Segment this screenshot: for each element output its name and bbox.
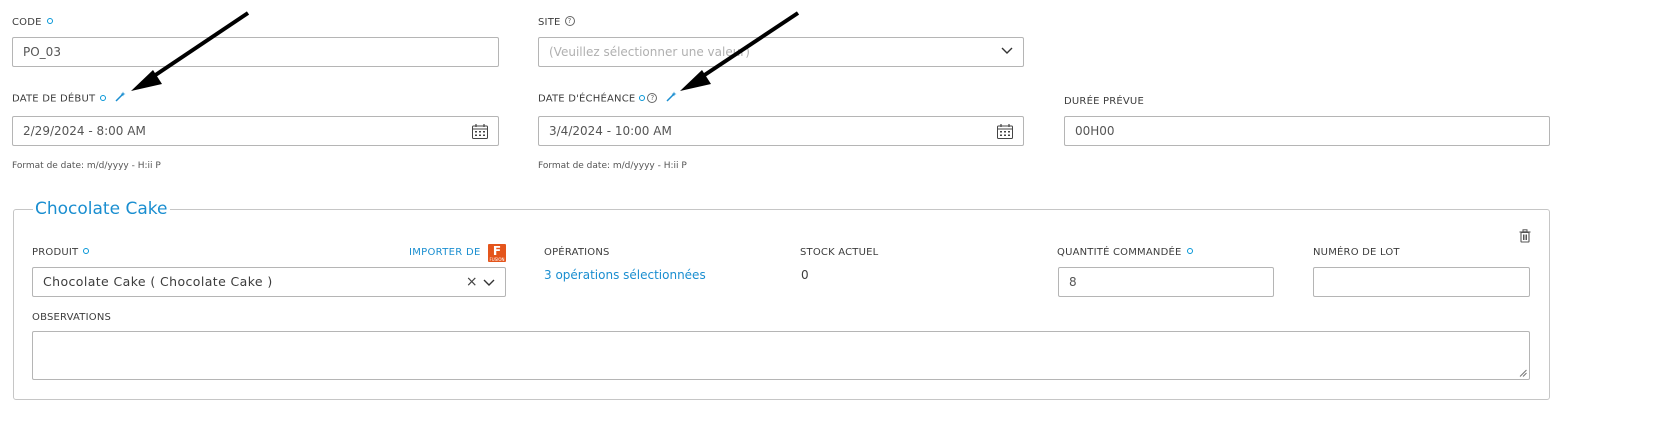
quantity-value: 8 — [1069, 275, 1077, 289]
due-date-format-hint: Format de date: m/d/yyyy - H:ii P — [538, 161, 687, 171]
calendar-icon[interactable] — [472, 124, 488, 139]
import-from-button[interactable]: IMPORTER DE — [409, 247, 481, 258]
observations-label: OBSERVATIONS — [32, 312, 112, 323]
lot-number-label: NUMÉRO DE LOT — [1313, 247, 1400, 258]
calendar-icon[interactable] — [997, 124, 1013, 139]
chevron-down-icon[interactable] — [483, 279, 495, 287]
lot-number-input[interactable] — [1313, 267, 1530, 297]
product-label-text: PRODUIT — [32, 247, 79, 258]
operations-link[interactable]: 3 opérations sélectionnées — [544, 268, 706, 282]
product-label: PRODUIT — [32, 247, 90, 258]
product-group-title: Chocolate Cake — [33, 199, 171, 219]
stock-label: STOCK ACTUEL — [800, 247, 879, 258]
stock-value: 0 — [801, 268, 809, 282]
annotation-arrow-icon — [131, 11, 800, 91]
resize-handle-icon[interactable] — [1519, 369, 1527, 377]
quantity-input[interactable]: 8 — [1058, 267, 1274, 297]
product-select-value: Chocolate Cake ( Chocolate Cake ) — [43, 274, 273, 289]
operations-label: OPÉRATIONS — [544, 247, 610, 258]
trash-icon[interactable] — [1519, 229, 1531, 243]
start-date-input[interactable]: 2/29/2024 - 8:00 AM — [12, 116, 499, 146]
quantity-label: QUANTITÉ COMMANDÉE — [1057, 247, 1193, 258]
start-date-format-hint: Format de date: m/d/yyyy - H:ii P — [12, 161, 161, 171]
start-date-value: 2/29/2024 - 8:00 AM — [23, 124, 146, 138]
fusion-logo-icon[interactable]: F FUSION — [488, 244, 506, 262]
fusion-logo-subtext: FUSION — [489, 257, 505, 262]
required-dot-icon — [83, 248, 90, 254]
due-date-input[interactable]: 3/4/2024 - 10:00 AM — [538, 116, 1024, 146]
duration-value: 00H00 — [1075, 124, 1115, 138]
duration-input[interactable]: 00H00 — [1064, 116, 1550, 146]
import-from-label: IMPORTER DE — [409, 247, 481, 258]
product-select[interactable]: Chocolate Cake ( Chocolate Cake ) × — [32, 267, 506, 297]
clear-icon[interactable]: × — [466, 268, 478, 296]
required-dot-icon — [1186, 248, 1193, 254]
fusion-logo-letter: F — [492, 244, 502, 258]
due-date-value: 3/4/2024 - 10:00 AM — [549, 124, 672, 138]
quantity-label-text: QUANTITÉ COMMANDÉE — [1057, 247, 1182, 258]
observations-textarea[interactable] — [32, 331, 1530, 380]
